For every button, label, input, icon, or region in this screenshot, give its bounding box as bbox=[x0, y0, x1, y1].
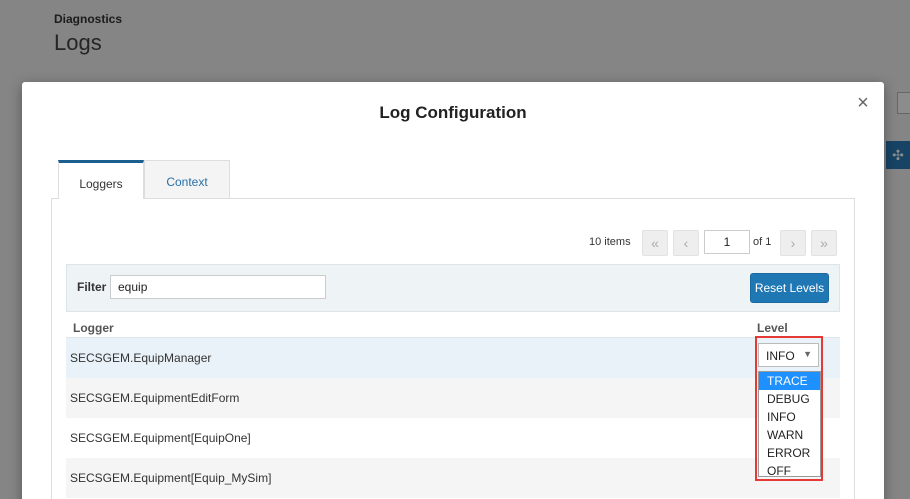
table-row[interactable]: SECSGEM.Equipment[Equip_MySim] bbox=[66, 458, 840, 498]
logger-name: SECSGEM.Equipment[EquipOne] bbox=[70, 431, 251, 445]
logger-name: SECSGEM.Equipment[Equip_MySim] bbox=[70, 471, 272, 485]
logger-column-header[interactable]: Logger bbox=[73, 321, 114, 335]
last-page-button[interactable]: » bbox=[811, 230, 837, 256]
table-row[interactable]: SECSGEM.EquipmentEditForm bbox=[66, 378, 840, 418]
page-total: of 1 bbox=[753, 236, 772, 248]
table-row[interactable]: SECSGEM.EquipManager bbox=[66, 338, 840, 378]
filter-input[interactable] bbox=[110, 275, 326, 299]
logger-name: SECSGEM.EquipmentEditForm bbox=[70, 391, 240, 405]
filter-bar: Filter Reset Levels bbox=[66, 264, 840, 312]
tab-loggers[interactable]: Loggers bbox=[58, 160, 144, 199]
table-row[interactable]: SECSGEM.Equipment[EquipOne] bbox=[66, 418, 840, 458]
filter-label: Filter bbox=[77, 280, 107, 294]
page-number-input[interactable] bbox=[704, 230, 750, 254]
level-column-header[interactable]: Level bbox=[757, 321, 788, 335]
prev-page-button[interactable]: ‹ bbox=[673, 230, 699, 256]
reset-levels-button[interactable]: Reset Levels bbox=[750, 273, 829, 303]
items-count: 10 items bbox=[589, 236, 631, 248]
close-icon[interactable]: × bbox=[854, 93, 872, 113]
logger-name: SECSGEM.EquipManager bbox=[70, 351, 212, 365]
log-configuration-modal: Log Configuration × Loggers Context 10 i… bbox=[22, 82, 884, 499]
first-page-button[interactable]: « bbox=[642, 230, 668, 256]
tab-context[interactable]: Context bbox=[144, 160, 230, 199]
highlight-box bbox=[755, 336, 823, 481]
modal-title: Log Configuration bbox=[379, 103, 527, 122]
next-page-button[interactable]: › bbox=[780, 230, 806, 256]
